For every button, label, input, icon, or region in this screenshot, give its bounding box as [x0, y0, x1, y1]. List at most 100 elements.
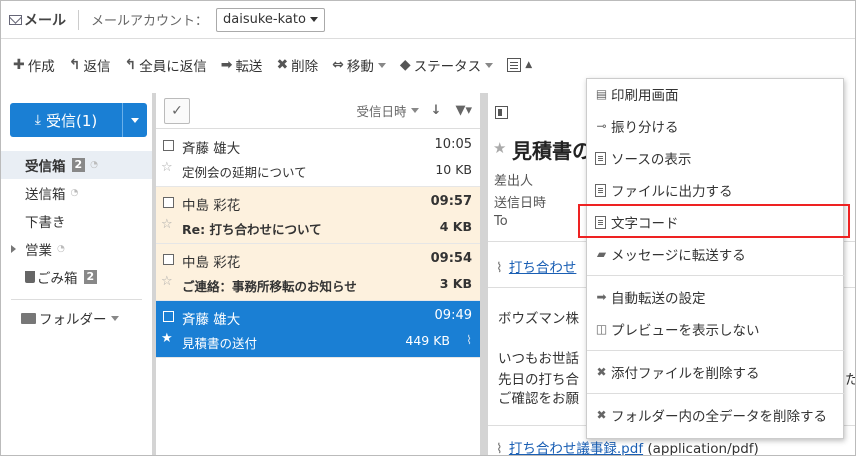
sidebar-item-sales[interactable]: 営業 ◔: [1, 235, 152, 263]
row-checkbox[interactable]: [163, 254, 174, 265]
preview-layout-icon[interactable]: [495, 106, 508, 119]
delete-button[interactable]: ✖ 削除: [276, 55, 318, 75]
receive-dropdown-button[interactable]: [123, 103, 147, 137]
mail-icon: [9, 14, 22, 25]
body-line: いつもお世話: [498, 351, 579, 367]
compose-button[interactable]: ✚ 作成: [13, 55, 55, 75]
sidebar-item-sent[interactable]: 送信箱 ◔: [1, 179, 152, 207]
menu-item-label: ソースの表示: [611, 152, 692, 168]
sidebar-item-label: 下書き: [25, 215, 66, 231]
attachment-name: 打ち合わせ: [508, 260, 577, 276]
from-label: 差出人: [494, 174, 534, 189]
account-label: メールアカウント：: [91, 14, 209, 29]
divider: [11, 299, 142, 300]
menu-item-label: 振り分ける: [611, 120, 679, 136]
menu-item-export-file[interactable]: ファイルに出力する: [587, 177, 845, 203]
list-item[interactable]: ★ 斉藤 雄大 09:49 見積書の送付 449 KB ⌇: [156, 301, 480, 358]
list-splitter[interactable]: [480, 93, 488, 455]
layout-icon: ◫: [595, 322, 608, 336]
received-time: 09:54: [430, 251, 472, 266]
sidebar-item-trash[interactable]: ごみ箱 2: [1, 263, 152, 291]
row-checkbox[interactable]: [163, 311, 174, 322]
body-line: ご確認をお願: [498, 391, 579, 407]
filter-icon[interactable]: ▼▾: [455, 103, 472, 118]
move-button[interactable]: ⇔ 移動: [332, 55, 386, 75]
paperclip-icon: ⌇: [496, 260, 503, 276]
menu-item-view-source[interactable]: ソースの表示: [587, 145, 845, 171]
plus-icon: ✚: [13, 57, 25, 73]
receive-button: ⤓ 受信(1): [10, 103, 147, 137]
star-icon[interactable]: ★: [161, 331, 173, 346]
forward-button[interactable]: ➡ 転送: [221, 55, 263, 75]
menu-item-auto-forward[interactable]: ➡ 自動転送の設定: [587, 284, 845, 310]
x-icon: ✖: [276, 57, 289, 73]
menu-item-label: プレビューを表示しない: [611, 323, 760, 339]
sort-dropdown[interactable]: 受信日時: [357, 101, 419, 120]
receive-main-button[interactable]: ⤓ 受信(1): [10, 103, 123, 137]
folder-menu-label: フォルダー: [39, 312, 107, 328]
print-icon: ▤: [595, 87, 608, 101]
sync-icon: ◔: [70, 188, 79, 198]
sidebar-item-inbox[interactable]: 受信箱 2 ◔: [1, 151, 152, 179]
attachment-link-top[interactable]: ⌇ 打ち合わせ: [496, 256, 576, 276]
reply-button[interactable]: ↰ 返信: [69, 55, 111, 75]
sort-label: 受信日時: [356, 104, 407, 119]
branch-icon: ⊸: [596, 119, 607, 133]
reply-all-button[interactable]: ↰ 全員に返信: [124, 55, 206, 75]
more-menu-button[interactable]: ▲: [507, 58, 532, 72]
forward-label: 転送: [235, 59, 263, 75]
count-badge: 2: [83, 270, 98, 284]
list-header: ✓ 受信日時 ↓ ▼▾: [156, 93, 480, 129]
download-icon: ⤓: [34, 112, 41, 128]
menu-item-label: ファイルに出力する: [611, 184, 733, 200]
menu-item-label: メッセージに転送する: [611, 248, 746, 264]
more-menu: ▤ 印刷用画面 ⊸ 振り分ける ソースの表示 ファイルに出力する 文字コード ▰…: [586, 78, 845, 439]
reply-all-label: 全員に返信: [139, 59, 207, 75]
attachment-type: (application/pdf): [647, 441, 759, 456]
menu-item-forward-as-message[interactable]: ▰ メッセージに転送する: [587, 241, 845, 267]
menu-item-sort-rule[interactable]: ⊸ 振り分ける: [587, 113, 845, 139]
message-icon: ▰: [596, 247, 607, 261]
chevron-down-icon: [309, 17, 318, 22]
sort-direction-icon[interactable]: ↓: [431, 103, 442, 118]
folder-list: 受信箱 2 ◔ 送信箱 ◔ 下書き 営業 ◔ ごみ箱 2 フォルダー: [1, 151, 152, 332]
menu-item-print[interactable]: ▤ 印刷用画面: [587, 81, 845, 107]
x-icon: ✖: [596, 408, 607, 422]
star-icon[interactable]: ☆: [161, 274, 173, 289]
attachment-name: 打ち合わせ議事録.pdf: [508, 441, 644, 456]
star-icon[interactable]: ☆: [161, 160, 173, 175]
star-icon[interactable]: ★: [493, 139, 506, 157]
status-button[interactable]: ◆ ステータス: [400, 55, 494, 75]
divider: [587, 393, 845, 394]
list-item[interactable]: ☆ 中島 彩花 09:57 Re: 打ち合わせについて 4 KB: [156, 187, 480, 244]
sender: 斉藤 雄大: [182, 312, 241, 328]
list-item[interactable]: ☆ 斉藤 雄大 10:05 定例会の延期について 10 KB: [156, 130, 480, 187]
row-checkbox[interactable]: [163, 140, 174, 151]
expand-icon[interactable]: [11, 245, 16, 253]
row-checkbox[interactable]: [163, 197, 174, 208]
trash-icon: [25, 271, 35, 283]
folder-menu-button[interactable]: フォルダー: [1, 304, 152, 332]
sidebar-item-drafts[interactable]: 下書き: [1, 207, 152, 235]
document-icon: [595, 183, 606, 197]
size: 3 KB: [439, 276, 472, 291]
body-line: 先日の打ち合: [498, 372, 579, 388]
body-line-tail: た: [845, 368, 855, 388]
menu-item-delete-folder-data[interactable]: ✖ フォルダー内の全データを削除する: [587, 402, 845, 428]
x-icon: ✖: [596, 365, 607, 379]
attachment-link-bottom[interactable]: ⌇ 打ち合わせ議事録.pdf (application/pdf): [496, 437, 759, 456]
sidebar-item-label: ごみ箱: [37, 271, 78, 287]
menu-item-hide-preview[interactable]: ◫ プレビューを表示しない: [587, 316, 845, 342]
header-divider: [78, 9, 79, 30]
chevron-down-icon: [410, 108, 419, 113]
star-icon[interactable]: ☆: [161, 217, 173, 232]
list-item[interactable]: ☆ 中島 彩花 09:54 ご連絡：事務所移転のお知らせ 3 KB: [156, 244, 480, 301]
mail-window: メール メールアカウント： daisuke-kato ✚ 作成 ↰ 返信 ↰ 全…: [0, 0, 856, 456]
folder-icon: [21, 312, 36, 324]
menu-item-label: フォルダー内の全データを削除する: [611, 409, 827, 425]
menu-item-delete-attachments[interactable]: ✖ 添付ファイルを削除する: [587, 359, 845, 385]
account-select[interactable]: daisuke-kato: [216, 7, 325, 32]
status-label: ステータス: [413, 59, 482, 75]
select-all-checkbox[interactable]: ✓: [164, 97, 190, 124]
received-time: 10:05: [434, 137, 472, 152]
